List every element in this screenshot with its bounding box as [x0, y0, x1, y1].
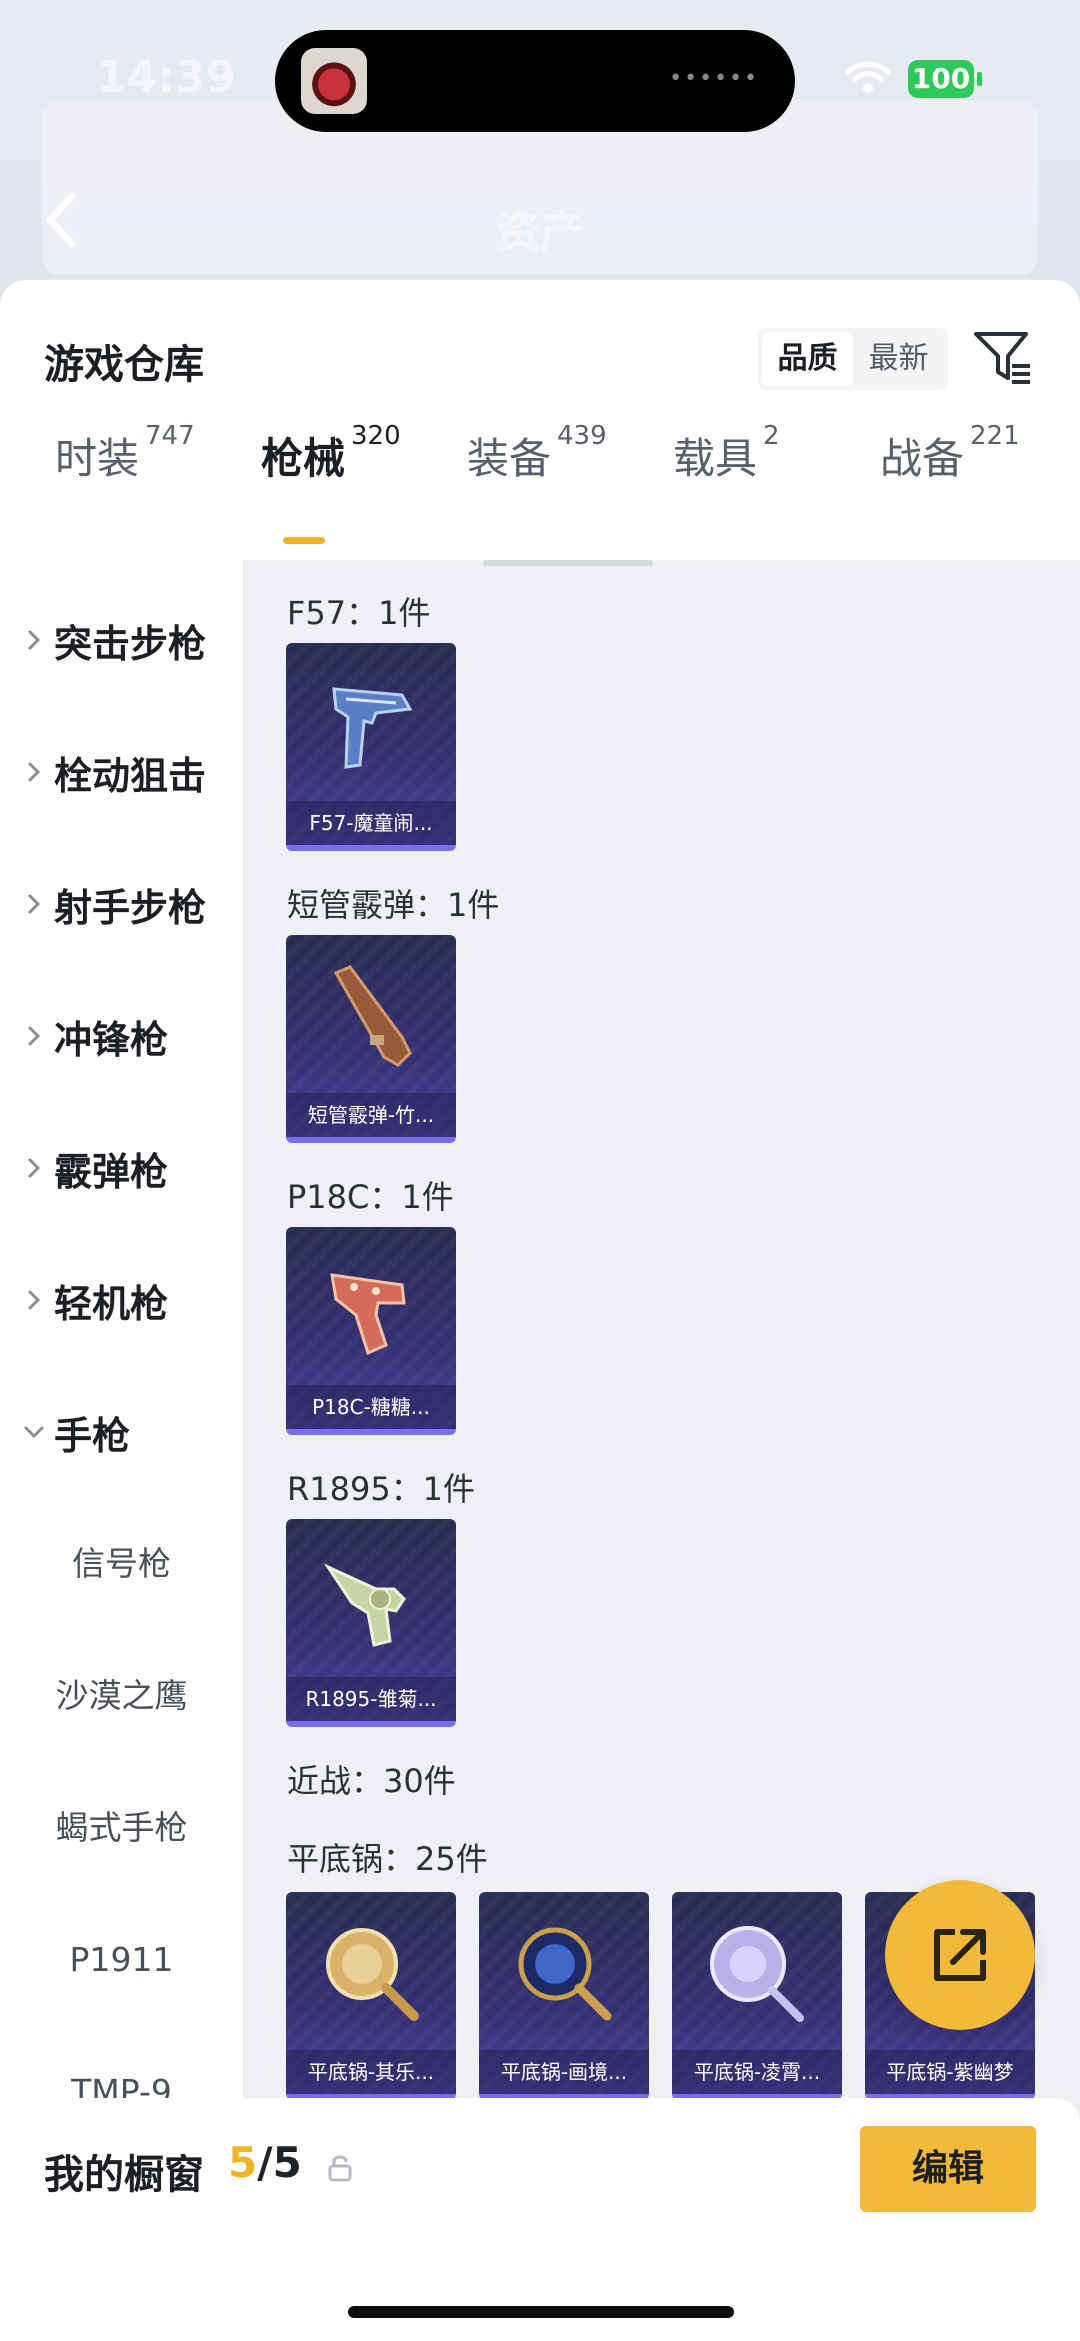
item-caption: R1895-雏菊... — [286, 1677, 456, 1721]
revolver-icon — [323, 1563, 406, 1647]
sidebar-item-bolt-sniper[interactable]: 栓动狙击 — [0, 706, 243, 838]
chevron-right-icon — [28, 1026, 41, 1046]
share-button[interactable] — [885, 1880, 1035, 2030]
chevron-right-icon — [28, 1290, 41, 1310]
status-time: 14:39 — [96, 52, 237, 103]
tab-vehicles[interactable]: 载具 2 — [673, 421, 780, 535]
sidebar-item-shotgun[interactable]: 霰弹枪 — [0, 1102, 243, 1234]
sheet-title: 游戏仓库 — [44, 342, 204, 388]
group-label: F57：1件 — [287, 594, 431, 632]
filter-icon[interactable] — [972, 328, 1034, 390]
lock-icon[interactable] — [327, 2154, 353, 2182]
now-playing-art — [301, 48, 367, 114]
warehouse-sheet: 游戏仓库 品质 最新 时装 747 枪械 320 装备 439 载具 2 战备 221 突… — [0, 280, 1080, 2341]
tab-label: 时装 — [55, 434, 140, 483]
tab-label: 战备 — [880, 434, 965, 483]
pan-icon — [710, 1926, 804, 2022]
sort-newest-button[interactable]: 最新 — [853, 332, 944, 386]
item-caption: 平底锅-其乐... — [286, 2050, 456, 2094]
sort-quality-button[interactable]: 品质 — [762, 332, 853, 386]
item-card[interactable]: 平底锅-凌霄... — [672, 1892, 842, 2100]
pistol-icon — [330, 1273, 406, 1356]
sidebar-item-label: 突击步枪 — [54, 621, 207, 666]
pistol-icon — [332, 687, 413, 769]
group-label: 平底锅：25件 — [287, 1840, 488, 1878]
chevron-right-icon — [28, 1158, 41, 1178]
item-caption: 平底锅-紫幽梦 — [865, 2050, 1035, 2094]
sidebar-item-smg[interactable]: 冲锋枪 — [0, 970, 243, 1102]
sidebar-item-label: 冲锋枪 — [54, 1017, 169, 1062]
tab-count: 747 — [145, 421, 195, 451]
tab-firearms[interactable]: 枪械 320 — [261, 421, 401, 535]
item-card[interactable]: R1895-雏菊... — [286, 1519, 456, 1727]
battery-cap — [977, 72, 982, 86]
item-card[interactable]: P18C-糖糖... — [286, 1227, 456, 1435]
group-label: 短管霰弹：1件 — [287, 886, 500, 924]
sidebar-subitem-desert-eagle[interactable]: 沙漠之鹰 — [0, 1630, 243, 1762]
group-label: R1895：1件 — [287, 1470, 476, 1508]
scroll-edge — [483, 560, 653, 566]
tab-label: 装备 — [467, 434, 552, 483]
chevron-right-icon — [28, 894, 41, 914]
item-list: F57：1件 F57-魔童闹... 短管霰弹：1件 短管霰弹-竹... P18C… — [243, 560, 1080, 2341]
sidebar-subitem-flare-gun[interactable]: 信号枪 — [0, 1498, 243, 1630]
item-caption: 平底锅-画境... — [479, 2050, 649, 2094]
tab-supplies[interactable]: 战备 221 — [880, 421, 1020, 535]
dynamic-island: •••••• — [275, 30, 795, 132]
item-card[interactable]: 平底锅-画境... — [479, 1892, 649, 2100]
category-tabs: 时装 747 枪械 320 装备 439 载具 2 战备 221 — [0, 421, 1080, 535]
item-caption: P18C-糖糖... — [286, 1385, 456, 1429]
share-icon — [934, 1929, 986, 1981]
tab-label: 载具 — [673, 434, 758, 483]
wifi-icon — [846, 61, 890, 93]
group-label: P18C：1件 — [287, 1178, 454, 1216]
tab-equipment[interactable]: 装备 439 — [467, 421, 607, 535]
back-arrow-icon[interactable] — [44, 190, 78, 250]
sidebar-item-label: 霰弹枪 — [54, 1149, 169, 1194]
pan-icon — [326, 1928, 419, 2021]
showcase-count-total: /5 — [257, 2138, 302, 2187]
showcase-label: 我的橱窗 — [44, 2152, 204, 2198]
tab-count: 320 — [351, 421, 401, 451]
showcase-bar: 我的橱窗 5/5 编辑 — [0, 2098, 1080, 2341]
tab-fashion[interactable]: 时装 747 — [55, 421, 195, 535]
tab-count: 221 — [970, 421, 1020, 451]
sidebar-item-pistol[interactable]: 手枪 — [0, 1366, 243, 1498]
sidebar-item-label: 轻机枪 — [54, 1281, 169, 1326]
item-caption: 平底锅-凌霄... — [672, 2050, 842, 2094]
sidebar-subitem-scorpion[interactable]: 蝎式手枪 — [0, 1762, 243, 1894]
tab-count: 2 — [763, 421, 780, 451]
chevron-down-icon — [24, 1426, 44, 1439]
item-card[interactable]: 平底锅-其乐... — [286, 1892, 456, 2100]
pan-icon — [518, 1927, 612, 2021]
showcase-count: 5/5 — [228, 2138, 302, 2187]
battery-icon: 100 — [908, 60, 974, 98]
shotgun-icon — [333, 965, 412, 1067]
item-card[interactable]: 短管霰弹-竹... — [286, 935, 456, 1143]
sidebar-item-lmg[interactable]: 轻机枪 — [0, 1234, 243, 1366]
sidebar-item-label: 栓动狙击 — [54, 753, 207, 798]
tab-count: 439 — [557, 421, 607, 451]
sidebar-item-assault-rifle[interactable]: 突击步枪 — [0, 574, 243, 706]
edit-button[interactable]: 编辑 — [860, 2126, 1036, 2212]
chevron-right-icon — [28, 630, 41, 650]
item-caption: 短管霰弹-竹... — [286, 1093, 456, 1137]
home-indicator — [348, 2306, 734, 2318]
item-caption: F57-魔童闹... — [286, 801, 456, 845]
sidebar-item-marksman-rifle[interactable]: 射手步枪 — [0, 838, 243, 970]
sidebar-subitem-p1911[interactable]: P1911 — [0, 1894, 243, 2026]
item-card[interactable]: F57-魔童闹... — [286, 643, 456, 851]
tab-label: 枪械 — [261, 434, 346, 483]
active-tab-indicator — [283, 537, 325, 544]
showcase-count-current: 5 — [228, 2138, 258, 2187]
category-sidebar: 突击步枪 栓动狙击 射手步枪 冲锋枪 霰弹枪 轻机枪 手枪 信号枪 沙漠之鹰 蝎… — [0, 560, 243, 2341]
page-title: 资产 — [496, 207, 584, 258]
sidebar-item-label: 射手步枪 — [54, 885, 207, 930]
island-dots: •••••• — [669, 66, 759, 91]
sidebar-item-label: 手枪 — [54, 1413, 131, 1458]
group-label: 近战：30件 — [287, 1762, 456, 1800]
sort-toggle: 品质 最新 — [758, 328, 948, 390]
chevron-right-icon — [28, 762, 41, 782]
